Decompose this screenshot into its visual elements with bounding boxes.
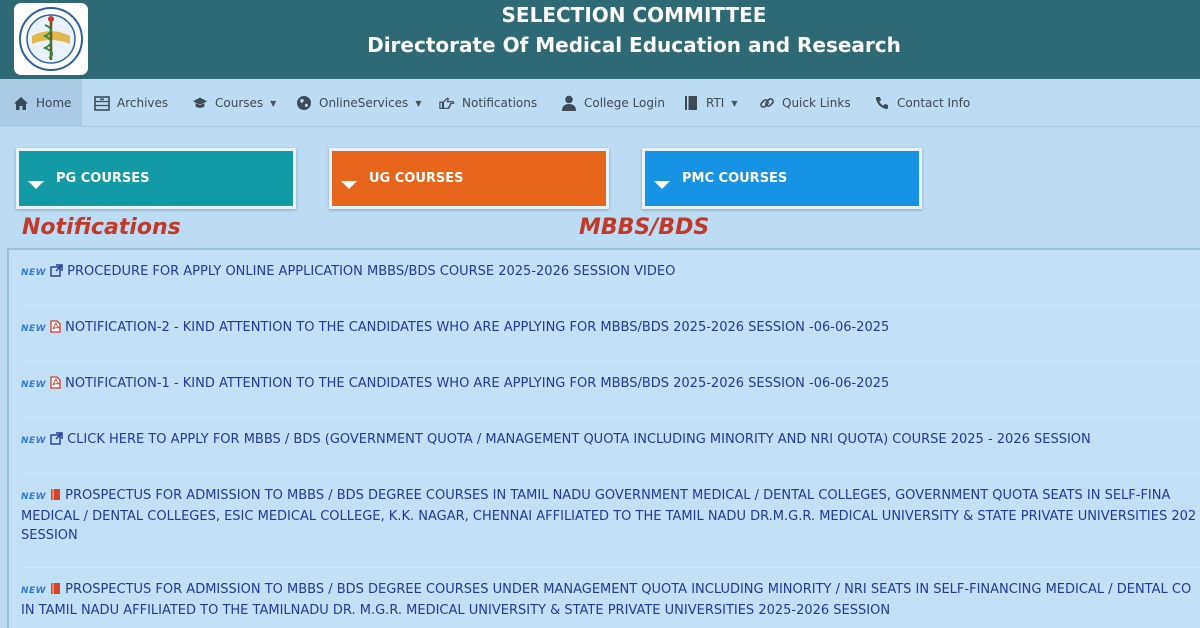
pg-courses-button[interactable]: PG COURSES: [16, 148, 296, 209]
header-title: SELECTION COMMITTEE: [501, 3, 767, 27]
header-subtitle: Directorate Of Medical Education and Res…: [367, 33, 901, 57]
new-badge: NEW: [21, 380, 47, 390]
notification-text: PROSPECTUS FOR ADMISSION TO MBBS / BDS D…: [65, 582, 1192, 597]
list-item[interactable]: NEW CLICK HERE TO APPLY FOR MBBS / BDS (G…: [21, 430, 1200, 474]
caret-down-icon: ▼: [270, 98, 277, 108]
new-badge: NEW: [21, 436, 47, 446]
nav-college-login[interactable]: College Login: [561, 79, 665, 127]
new-badge: NEW: [21, 324, 47, 334]
notification-text-line: SESSION: [21, 528, 78, 543]
caret-down-icon: ▼: [731, 98, 738, 108]
nav-archives[interactable]: Archives: [94, 79, 168, 127]
site-header: SELECTION COMMITTEE Directorate Of Medic…: [0, 0, 1200, 79]
nav-contact-info[interactable]: Contact Info: [874, 79, 970, 127]
nav-online-services[interactable]: OnlineServices ▼: [296, 79, 421, 127]
notification-text: NOTIFICATION-1 - KIND ATTENTION TO THE C…: [65, 376, 890, 391]
nav-label: RTI: [706, 96, 725, 110]
notification-text: PROSPECTUS FOR ADMISSION TO MBBS / BDS D…: [65, 488, 1171, 503]
nav-label: OnlineServices: [319, 96, 409, 110]
pmc-courses-button[interactable]: PMC COURSES: [642, 148, 922, 209]
nav-quick-links[interactable]: Quick Links: [759, 79, 851, 127]
notification-text: PROCEDURE FOR APPLY ONLINE APPLICATION M…: [67, 264, 676, 279]
notifications-heading: Notifications: [22, 215, 181, 240]
notification-text: CLICK HERE TO APPLY FOR MBBS / BDS (GOVE…: [67, 432, 1091, 447]
nav-notifications[interactable]: Notifications: [439, 79, 537, 127]
new-badge: NEW: [21, 268, 47, 278]
nav-label: Quick Links: [782, 96, 851, 110]
ug-courses-button[interactable]: UG COURSES: [329, 148, 609, 209]
link-icon: [759, 95, 775, 111]
nav-label: Courses: [215, 96, 264, 110]
list-item[interactable]: NEW NOTIFICATION-2 - KIND ATTENTION TO TH…: [21, 318, 1200, 362]
pg-courses-label: PG COURSES: [56, 171, 150, 186]
new-badge: NEW: [21, 492, 47, 502]
caret-down-icon: ▼: [415, 98, 422, 108]
notification-list: NEW PROCEDURE FOR APPLY ONLINE APPLICATIO…: [7, 248, 1200, 628]
book-icon: [51, 489, 61, 500]
list-item[interactable]: NEW PROSPECTUS FOR ADMISSION TO MBBS / BD…: [21, 580, 1200, 628]
phone-icon: [874, 95, 890, 111]
user-icon: [561, 95, 577, 111]
nav-label: Notifications: [462, 96, 538, 110]
ug-courses-label: UG COURSES: [369, 171, 464, 186]
caret-down-icon: [341, 180, 357, 189]
nav-label: College Login: [584, 96, 665, 110]
nav-rti[interactable]: RTI ▼: [683, 79, 738, 127]
book-icon: [683, 95, 699, 111]
nav-courses[interactable]: Courses ▼: [192, 79, 276, 127]
new-badge: NEW: [21, 586, 47, 596]
pdf-icon: [50, 320, 61, 333]
pdf-icon: [50, 376, 61, 389]
nav-home[interactable]: Home: [0, 79, 82, 127]
nav-label: Contact Info: [897, 96, 971, 110]
notification-text: NOTIFICATION-2 - KIND ATTENTION TO THE C…: [65, 320, 890, 335]
mbbs-bds-heading: MBBS/BDS: [579, 215, 710, 240]
notification-text-line: IN TAMIL NADU AFFILIATED TO THE TAMILNAD…: [21, 603, 891, 618]
nav-label: Home: [36, 96, 72, 110]
list-item[interactable]: NEW PROSPECTUS FOR ADMISSION TO MBBS / BD…: [21, 486, 1200, 568]
list-item[interactable]: NEW PROCEDURE FOR APPLY ONLINE APPLICATIO…: [21, 262, 1200, 306]
notification-text-line: MEDICAL / DENTAL COLLEGES, ESIC MEDICAL …: [21, 509, 1197, 524]
nav-label: Archives: [117, 96, 169, 110]
globe-icon: [296, 95, 312, 111]
caret-down-icon: [654, 180, 670, 189]
external-link-icon: [50, 264, 63, 277]
home-icon: [13, 95, 29, 111]
archive-icon: [94, 95, 110, 111]
caret-down-icon: [28, 180, 44, 189]
external-link-icon: [50, 432, 63, 445]
book-icon: [51, 583, 61, 594]
pmc-courses-label: PMC COURSES: [682, 171, 788, 186]
main-navbar: Home Archives Courses ▼ OnlineServices ▼…: [0, 79, 1200, 127]
list-item[interactable]: NEW NOTIFICATION-1 - KIND ATTENTION TO TH…: [21, 374, 1200, 418]
hand-pointer-icon: [439, 95, 455, 111]
graduation-cap-icon: [192, 95, 208, 111]
